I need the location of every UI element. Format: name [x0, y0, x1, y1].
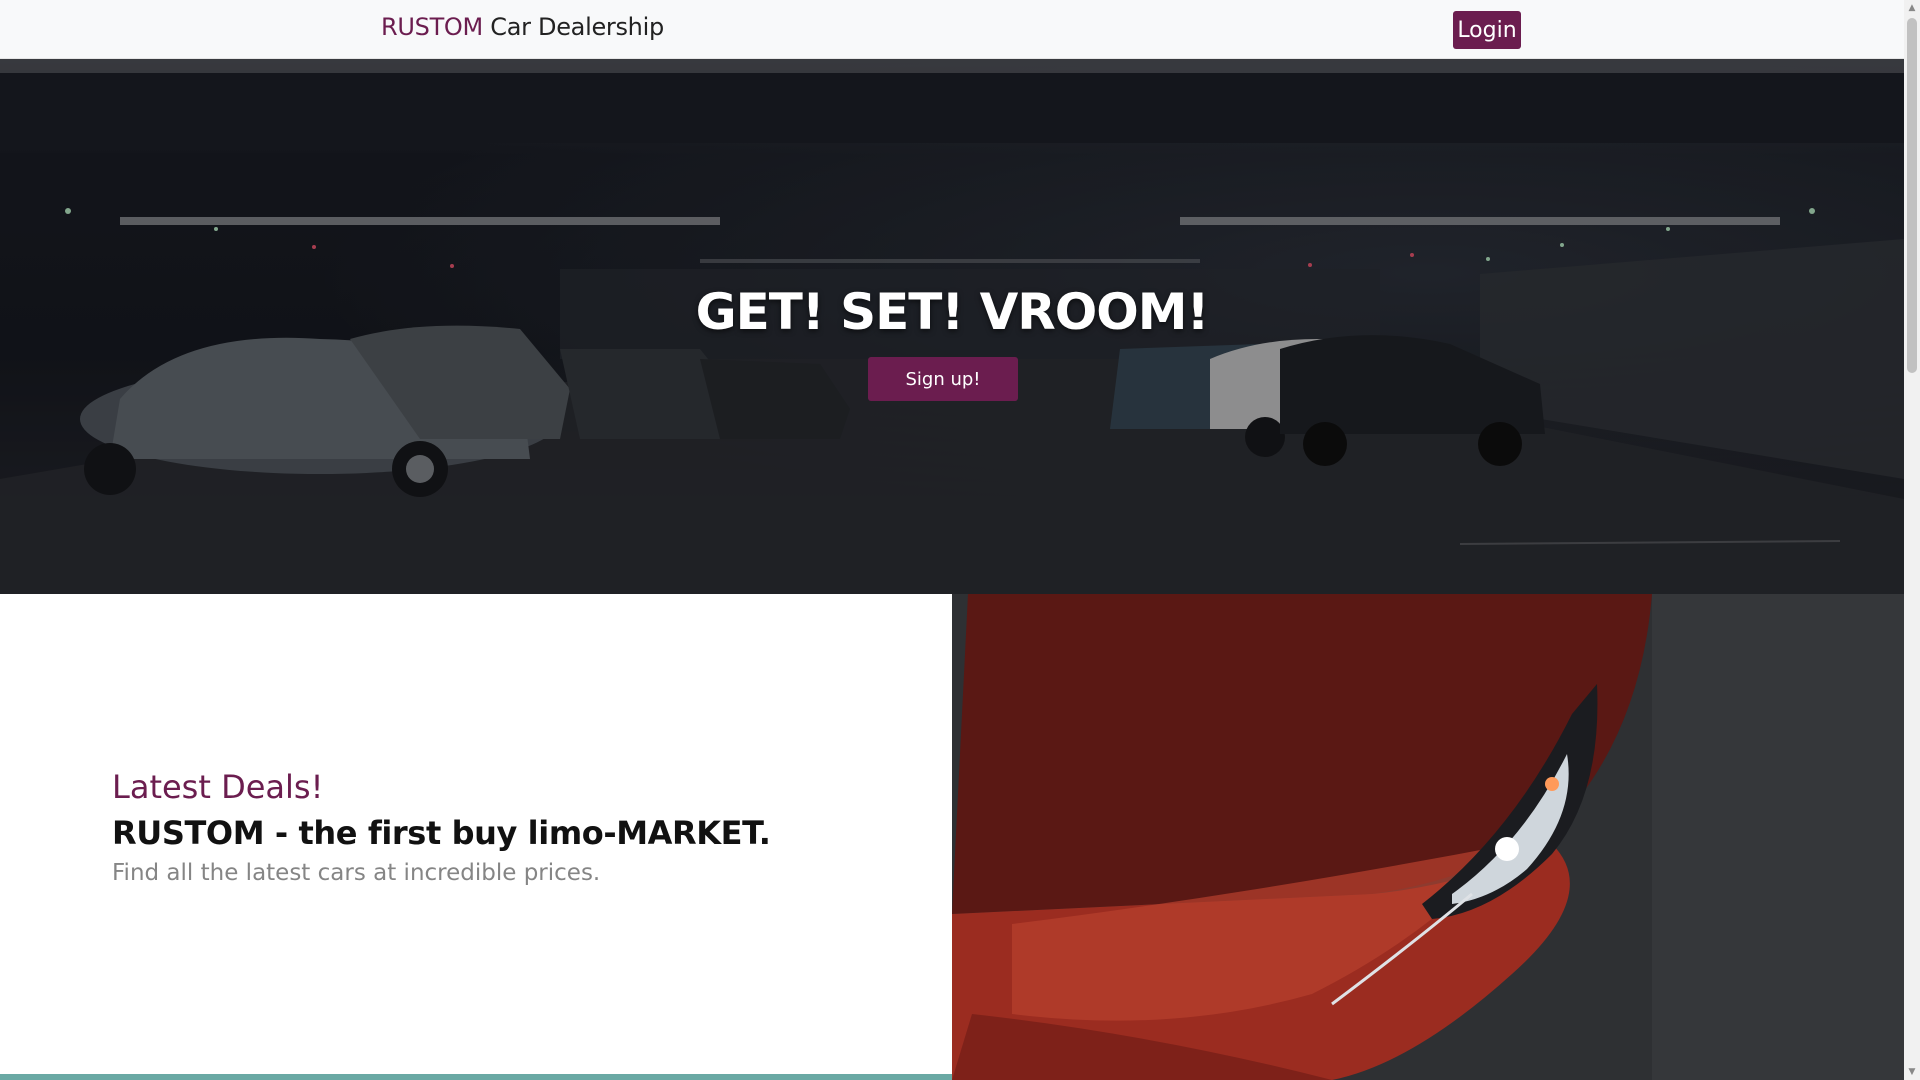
navbar: RUSTOM Car Dealership Login: [0, 0, 1904, 59]
latest-deals-section: Latest Deals! RUSTOM - the first buy lim…: [0, 594, 952, 1080]
vertical-scrollbar[interactable]: ▲ ▼: [1904, 0, 1920, 1080]
hero-title: GET! SET! VROOM!: [695, 282, 1210, 341]
brand-rest-text: Car Dealership: [482, 13, 664, 41]
scroll-up-arrow-icon[interactable]: ▲: [1904, 0, 1920, 16]
signup-button[interactable]: Sign up!: [868, 357, 1018, 401]
hero-banner: GET! SET! VROOM! Sign up!: [0, 59, 1904, 594]
login-button[interactable]: Login: [1453, 11, 1521, 49]
teal-divider-strip: [0, 1074, 952, 1080]
brand-accent-text: RUSTOM: [381, 13, 483, 41]
deals-subtitle: Find all the latest cars at incredible p…: [112, 860, 601, 886]
red-car-image-panel: [952, 594, 1904, 1080]
deals-title: RUSTOM - the first buy limo-MARKET.: [112, 814, 771, 852]
deals-heading: Latest Deals!: [112, 768, 324, 806]
scroll-down-arrow-icon[interactable]: ▼: [1904, 1064, 1920, 1080]
scrollbar-thumb[interactable]: [1907, 18, 1917, 373]
brand-link[interactable]: RUSTOM Car Dealership: [381, 13, 664, 41]
red-car-headlight-image: [952, 594, 1904, 1080]
